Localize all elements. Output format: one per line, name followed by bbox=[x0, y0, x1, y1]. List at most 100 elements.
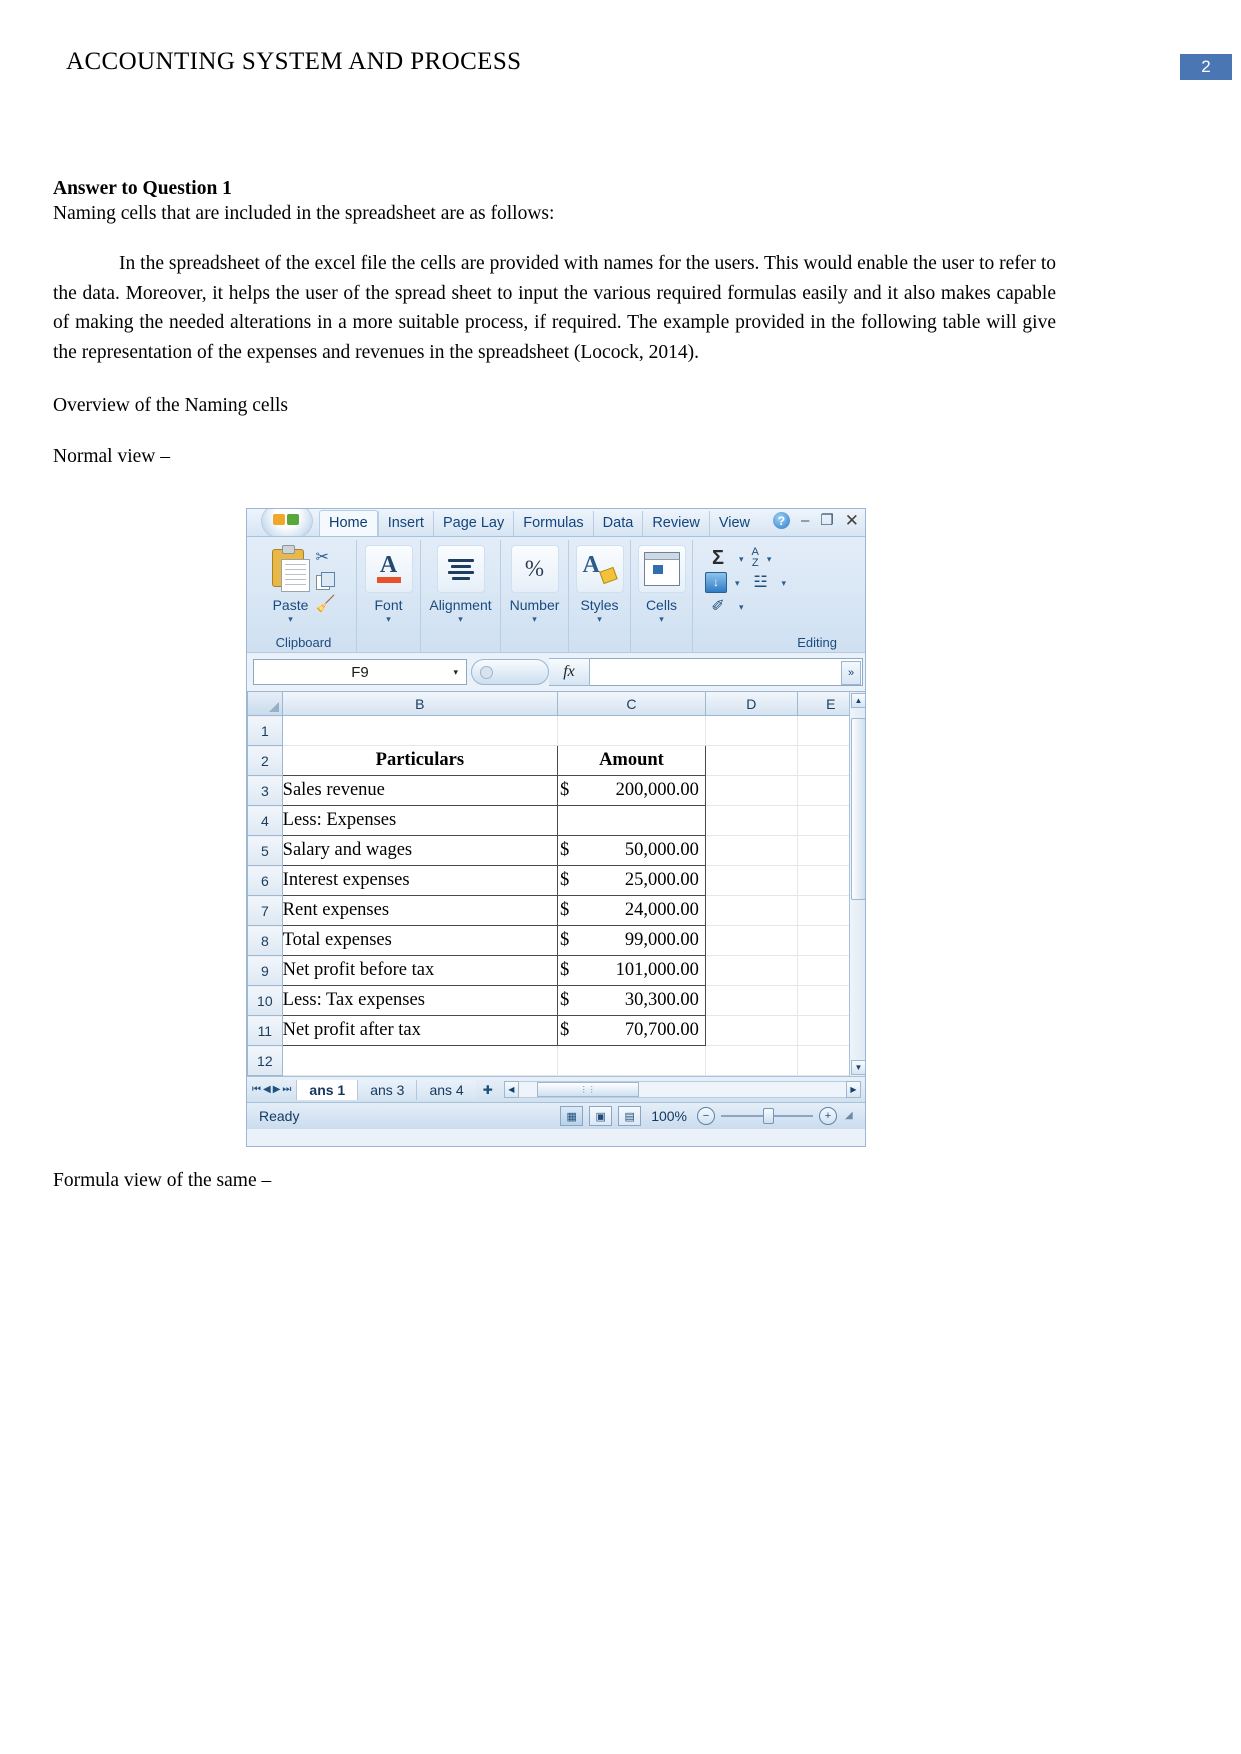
cell-d11[interactable] bbox=[704, 1015, 798, 1046]
autosum-caret-icon[interactable]: ▾ bbox=[739, 554, 744, 564]
first-sheet-icon[interactable]: ⏮ bbox=[252, 1084, 261, 1095]
row-header[interactable]: 12 bbox=[247, 1045, 283, 1076]
cell-c10[interactable]: $30,300.00 bbox=[557, 985, 706, 1016]
column-header-d[interactable]: D bbox=[704, 692, 798, 716]
styles-icon[interactable]: A bbox=[575, 545, 624, 593]
sheet-tab-ans-3[interactable]: ans 3 bbox=[357, 1079, 417, 1100]
cell-b9[interactable]: Net profit before tax bbox=[281, 955, 559, 986]
font-icon[interactable]: A bbox=[364, 545, 413, 593]
paste-icon[interactable] bbox=[270, 545, 312, 593]
select-all-corner[interactable] bbox=[247, 692, 283, 716]
fill-caret-icon[interactable]: ▾ bbox=[735, 578, 740, 588]
font-caret-icon[interactable]: ▾ bbox=[386, 615, 391, 624]
next-sheet-icon[interactable]: ▶ bbox=[273, 1084, 281, 1095]
scroll-right-icon[interactable]: ▶ bbox=[846, 1081, 861, 1098]
cell-b1[interactable] bbox=[281, 715, 559, 746]
fill-icon[interactable]: ↓ bbox=[705, 571, 727, 593]
cell-c12[interactable] bbox=[557, 1045, 706, 1076]
restore-icon[interactable]: ❐ bbox=[820, 513, 833, 528]
new-sheet-icon[interactable]: ✚ bbox=[476, 1081, 500, 1099]
alignment-caret-icon[interactable]: ▾ bbox=[458, 615, 463, 624]
ribbon-tab-data[interactable]: Data bbox=[592, 511, 643, 536]
last-sheet-icon[interactable]: ⏭ bbox=[282, 1084, 291, 1095]
cell-c7[interactable]: $24,000.00 bbox=[557, 895, 706, 926]
column-header-c[interactable]: C bbox=[557, 692, 706, 716]
ribbon-tab-view[interactable]: View bbox=[708, 511, 759, 536]
ribbon-tab-insert[interactable]: Insert bbox=[377, 511, 433, 536]
ribbon-tab-page-layout[interactable]: Page Lay bbox=[432, 511, 513, 536]
cell-c11[interactable]: $70,700.00 bbox=[557, 1015, 706, 1046]
cells-caret-icon[interactable]: ▾ bbox=[659, 615, 664, 624]
number-format-icon[interactable]: % bbox=[510, 545, 559, 593]
styles-caret-icon[interactable]: ▾ bbox=[597, 615, 602, 624]
formula-bar-expand-icon[interactable]: » bbox=[841, 661, 861, 685]
ribbon-tab-formulas[interactable]: Formulas bbox=[513, 511, 592, 536]
clear-caret-icon[interactable]: ▾ bbox=[739, 602, 744, 612]
row-header[interactable]: 1 bbox=[247, 715, 283, 746]
alignment-icon[interactable] bbox=[436, 545, 485, 593]
row-header[interactable]: 2 bbox=[247, 745, 283, 776]
row-header[interactable]: 8 bbox=[247, 925, 283, 956]
row-header[interactable]: 3 bbox=[247, 775, 283, 806]
zoom-slider-knob[interactable] bbox=[763, 1108, 774, 1124]
paste-caret-icon[interactable]: ▾ bbox=[288, 615, 293, 624]
cell-b7[interactable]: Rent expenses bbox=[281, 895, 559, 926]
row-header[interactable]: 9 bbox=[247, 955, 283, 986]
cell-b12[interactable] bbox=[281, 1045, 559, 1076]
cell-b8[interactable]: Total expenses bbox=[281, 925, 559, 956]
vertical-scrollbar[interactable]: ▲ ▼ bbox=[849, 692, 865, 1076]
row-header[interactable]: 5 bbox=[247, 835, 283, 866]
cell-d6[interactable] bbox=[704, 865, 798, 896]
row-header[interactable]: 10 bbox=[247, 985, 283, 1016]
cell-c9[interactable]: $101,000.00 bbox=[557, 955, 706, 986]
cell-d9[interactable] bbox=[704, 955, 798, 986]
row-header[interactable]: 4 bbox=[247, 805, 283, 836]
sheet-tab-ans-4[interactable]: ans 4 bbox=[416, 1079, 476, 1100]
cell-d5[interactable] bbox=[704, 835, 798, 866]
scroll-down-icon[interactable]: ▼ bbox=[851, 1060, 865, 1075]
row-header[interactable]: 6 bbox=[247, 865, 283, 896]
cell-c6[interactable]: $25,000.00 bbox=[557, 865, 706, 896]
cell-d1[interactable] bbox=[704, 715, 798, 746]
minimize-icon[interactable]: – bbox=[801, 513, 809, 528]
horizontal-scroll-track[interactable]: ⋮⋮ bbox=[518, 1081, 846, 1098]
clear-icon[interactable]: ✐ bbox=[705, 595, 731, 617]
view-normal-icon[interactable]: ▦ bbox=[560, 1106, 584, 1126]
row-header[interactable]: 11 bbox=[247, 1015, 283, 1046]
cell-c1[interactable] bbox=[557, 715, 706, 746]
cell-b2[interactable]: Particulars bbox=[281, 745, 559, 776]
ribbon-tab-review[interactable]: Review bbox=[642, 511, 709, 536]
cell-d4[interactable] bbox=[704, 805, 798, 836]
copy-icon[interactable] bbox=[315, 572, 335, 590]
format-painter-icon[interactable]: 🧹 bbox=[316, 594, 338, 614]
zoom-out-icon[interactable]: − bbox=[697, 1107, 715, 1125]
sort-filter-icon[interactable]: A Z bbox=[752, 547, 759, 569]
cell-b5[interactable]: Salary and wages bbox=[281, 835, 559, 866]
prev-sheet-icon[interactable]: ◀ bbox=[263, 1084, 271, 1095]
name-box-chevron-down-icon[interactable]: ▾ bbox=[453, 667, 458, 678]
help-icon[interactable]: ? bbox=[772, 512, 790, 529]
cell-b6[interactable]: Interest expenses bbox=[281, 865, 559, 896]
cell-d12[interactable] bbox=[704, 1045, 798, 1076]
zoom-slider[interactable] bbox=[721, 1108, 813, 1124]
cell-d3[interactable] bbox=[704, 775, 798, 806]
close-icon[interactable]: ✕ bbox=[845, 512, 859, 529]
autosum-icon[interactable]: Σ bbox=[705, 547, 731, 569]
view-page-layout-icon[interactable]: ▣ bbox=[589, 1106, 613, 1126]
cell-b4[interactable]: Less: Expenses bbox=[281, 805, 559, 836]
find-caret-icon[interactable]: ▾ bbox=[782, 578, 787, 588]
scroll-up-icon[interactable]: ▲ bbox=[851, 693, 865, 708]
cell-c8[interactable]: $99,000.00 bbox=[557, 925, 706, 956]
cell-b3[interactable]: Sales revenue bbox=[281, 775, 559, 806]
cell-c2[interactable]: Amount bbox=[557, 745, 706, 776]
cell-c5[interactable]: $50,000.00 bbox=[557, 835, 706, 866]
cell-d10[interactable] bbox=[704, 985, 798, 1016]
resize-grip-icon[interactable]: ◢ bbox=[845, 1110, 857, 1122]
column-header-b[interactable]: B bbox=[281, 692, 559, 716]
horizontal-scrollbar[interactable]: ◀ ⋮⋮ ▶ bbox=[503, 1081, 861, 1098]
cells-icon[interactable] bbox=[637, 545, 686, 593]
vertical-scroll-thumb[interactable] bbox=[851, 718, 865, 900]
horizontal-scroll-thumb[interactable]: ⋮⋮ bbox=[536, 1082, 639, 1097]
find-select-icon[interactable]: ☳ bbox=[748, 571, 774, 593]
formula-input[interactable] bbox=[590, 658, 863, 686]
